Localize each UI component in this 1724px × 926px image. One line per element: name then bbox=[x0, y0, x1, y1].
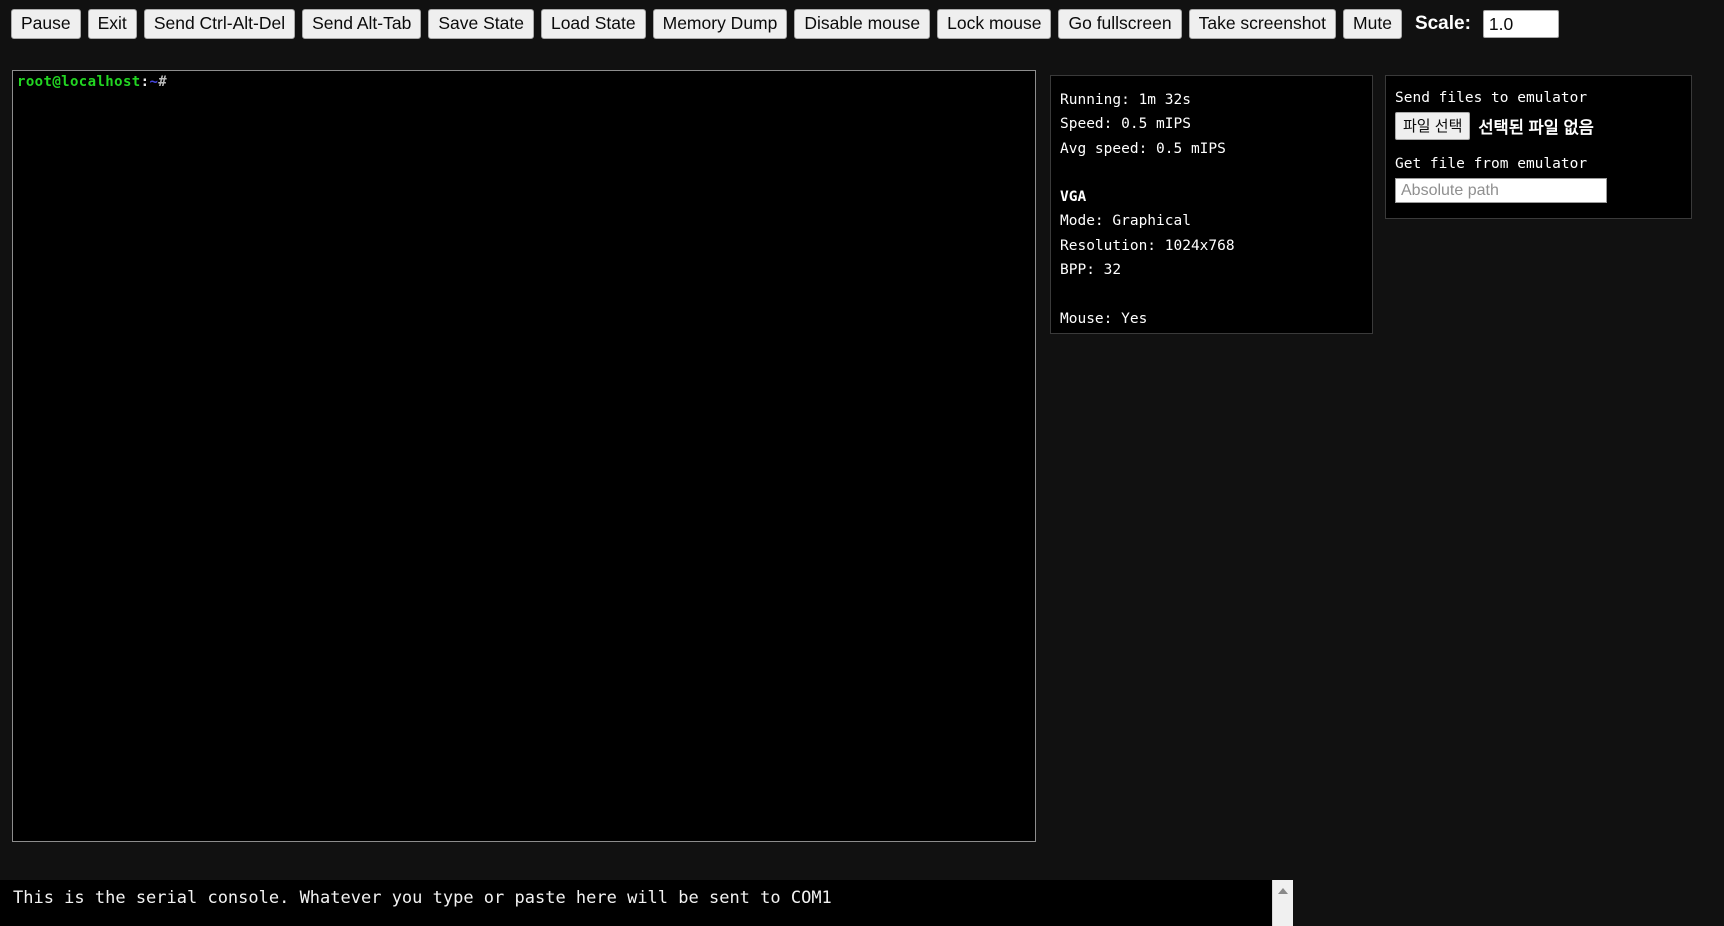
toolbar: Pause Exit Send Ctrl-Alt-Del Send Alt-Ta… bbox=[0, 0, 1724, 48]
send-files-label: Send files to emulator bbox=[1395, 90, 1588, 106]
info-avg-speed: Avg speed: 0.5 mIPS bbox=[1060, 140, 1226, 157]
file-selection-status: 선택된 파일 없음 bbox=[1478, 119, 1594, 137]
get-file-label: Get file from emulator bbox=[1395, 156, 1588, 172]
info-bpp: BPP: 32 bbox=[1060, 262, 1122, 279]
shell-prompt-sigil: # bbox=[158, 74, 168, 90]
info-spacer-2 bbox=[1060, 282, 1363, 306]
shell-prompt-path: ~ bbox=[149, 74, 159, 90]
pause-button[interactable]: Pause bbox=[11, 8, 81, 40]
file-select-button[interactable]: 파일 선택 bbox=[1395, 112, 1471, 140]
vga-console-text: root@localhost:~# bbox=[13, 71, 1035, 90]
load-state-button[interactable]: Load State bbox=[540, 8, 646, 40]
send-alt-tab-button[interactable]: Send Alt-Tab bbox=[302, 8, 422, 40]
disable-mouse-button[interactable]: Disable mouse bbox=[794, 8, 931, 40]
go-fullscreen-button[interactable]: Go fullscreen bbox=[1058, 8, 1182, 40]
take-screenshot-button[interactable]: Take screenshot bbox=[1188, 8, 1337, 40]
info-speed: Speed: 0.5 mIPS bbox=[1060, 116, 1191, 133]
scale-label: Scale: bbox=[1414, 13, 1471, 34]
info-mode: Mode: Graphical bbox=[1060, 213, 1191, 230]
lock-mouse-button[interactable]: Lock mouse bbox=[937, 8, 1052, 40]
file-input-row: 파일 선택 선택된 파일 없음 bbox=[1395, 112, 1682, 140]
info-resolution: Resolution: 1024x768 bbox=[1060, 237, 1235, 254]
info-spacer-1 bbox=[1060, 161, 1363, 185]
send-ctrl-alt-del-button[interactable]: Send Ctrl-Alt-Del bbox=[143, 8, 296, 40]
vga-screen[interactable]: root@localhost:~# bbox=[12, 70, 1036, 842]
save-state-button[interactable]: Save State bbox=[428, 8, 534, 40]
scale-input[interactable] bbox=[1482, 10, 1559, 38]
mute-button[interactable]: Mute bbox=[1343, 8, 1402, 40]
info-vga-section-title: VGA bbox=[1060, 189, 1087, 206]
serial-console-text: This is the serial console. Whatever you… bbox=[13, 888, 832, 908]
serial-console[interactable]: This is the serial console. Whatever you… bbox=[0, 880, 1293, 926]
shell-prompt-userhost: root@localhost bbox=[17, 74, 141, 90]
info-running: Running: 1m 32s bbox=[1060, 92, 1191, 108]
absolute-path-input[interactable] bbox=[1395, 178, 1607, 203]
scroll-up-arrow-icon[interactable] bbox=[1278, 888, 1288, 894]
info-mouse: Mouse: Yes bbox=[1060, 310, 1148, 327]
file-transfer-panel: Send files to emulator 파일 선택 선택된 파일 없음 G… bbox=[1385, 75, 1692, 219]
emulator-info-panel: Running: 1m 32s Speed: 0.5 mIPS Avg spee… bbox=[1050, 75, 1373, 334]
exit-button[interactable]: Exit bbox=[87, 8, 137, 40]
serial-console-scrollbar[interactable] bbox=[1272, 880, 1293, 926]
memory-dump-button[interactable]: Memory Dump bbox=[652, 8, 788, 40]
